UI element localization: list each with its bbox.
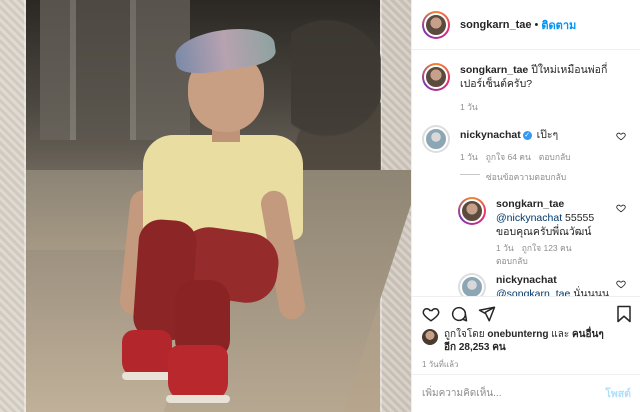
comments-list[interactable]: songkarn_tae ปีใหม่เหมือนพ่อกี่เปอร์เซ็น… [412, 51, 640, 296]
caption-time: 1 วัน [460, 102, 478, 112]
share-icon[interactable] [478, 305, 496, 323]
hide-replies-label[interactable]: ซ่อนข้อความตอบกลับ [486, 170, 566, 184]
post-time: 1 วันที่แล้ว [422, 360, 459, 369]
comment-time: 1 วัน [460, 152, 478, 162]
right-sole [166, 395, 230, 403]
reply-item: nickynachat @songkarn_tae นั่นนนน [458, 273, 626, 296]
separator-dot: • [534, 18, 539, 31]
caption: songkarn_tae ปีใหม่เหมือนพ่อกี่เปอร์เซ็น… [422, 63, 610, 91]
comment-icon[interactable] [450, 305, 468, 323]
reply-like-icon[interactable] [616, 203, 626, 213]
hide-replies-button[interactable]: ซ่อนข้อความตอบกลับ [486, 170, 566, 184]
reply-reply-button[interactable]: ตอบกลับ [496, 256, 528, 267]
reply-avatar[interactable] [458, 197, 486, 225]
post-header: songkarn_tae • ติดตาม [412, 0, 640, 50]
reply-avatar[interactable] [458, 273, 486, 296]
reply-username[interactable]: songkarn_tae [496, 198, 564, 210]
comment-username[interactable]: nickynachat [460, 129, 521, 141]
author-username[interactable]: songkarn_tae [460, 19, 532, 31]
caption-meta: 1 วัน [460, 100, 478, 114]
bookmark-icon[interactable] [615, 305, 633, 323]
child-left-shoe [122, 330, 172, 378]
likes-first-user[interactable]: onebunterng [487, 329, 548, 340]
likes-summary[interactable]: ถูกใจโดย onebunterng และ คนอื่นๆ อีก 28,… [422, 328, 614, 354]
photo-window [40, 0, 190, 140]
caption-username[interactable]: songkarn_tae [460, 64, 528, 76]
replies-divider [460, 174, 480, 175]
verified-badge-icon: ✓ [522, 131, 532, 140]
likes-prefix: ถูกใจโดย [444, 329, 485, 340]
heart-icon[interactable] [422, 305, 440, 323]
post-comment-button[interactable]: โพสต์ [605, 385, 631, 402]
reply-mention[interactable]: @nickynachat [496, 212, 562, 224]
action-bar [412, 296, 640, 326]
liker-avatar [422, 329, 438, 345]
reply-username[interactable]: nickynachat [496, 274, 557, 286]
post-photo[interactable] [0, 0, 411, 412]
comment-avatar[interactable] [422, 125, 450, 153]
reply-like-icon[interactable] [616, 279, 626, 289]
likes-and: และ [551, 329, 570, 340]
post-panel: songkarn_tae • ติดตาม songkarn_tae ปีใหม… [411, 0, 640, 412]
author-avatar[interactable] [422, 10, 450, 39]
comment-likes[interactable]: ถูกใจ 64 คน [486, 150, 531, 164]
add-comment-bar: เพิ่มความคิดเห็น... โพสต์ [412, 374, 640, 412]
comment-reply-button[interactable]: ตอบกลับ [539, 150, 571, 164]
comment-item: nickynachat ✓ เป๊ะๆ [422, 125, 610, 153]
comment-like-icon[interactable] [616, 131, 626, 141]
caption-avatar[interactable] [422, 63, 450, 91]
follow-button[interactable]: ติดตาม [541, 16, 576, 34]
reply-mention[interactable]: @songkarn_tae [496, 288, 570, 296]
add-comment-input[interactable]: เพิ่มความคิดเห็น... [422, 386, 501, 401]
child-right-shoe [168, 345, 228, 401]
reply-item: songkarn_tae @nickynachat 55555 ขอบคุณคร… [458, 197, 614, 239]
left-sole [122, 372, 174, 380]
reply-likes[interactable]: ถูกใจ 123 คน [522, 243, 572, 254]
comment-text: เป๊ะๆ [536, 129, 559, 141]
reply-meta: 1 วัน ถูกใจ 123 คน ตอบกลับ [496, 243, 576, 267]
comment-meta: 1 วัน ถูกใจ 64 คน ตอบกลับ [460, 150, 571, 164]
reply-text: นั่นนนน [573, 288, 610, 296]
reply-time: 1 วัน [496, 243, 514, 253]
